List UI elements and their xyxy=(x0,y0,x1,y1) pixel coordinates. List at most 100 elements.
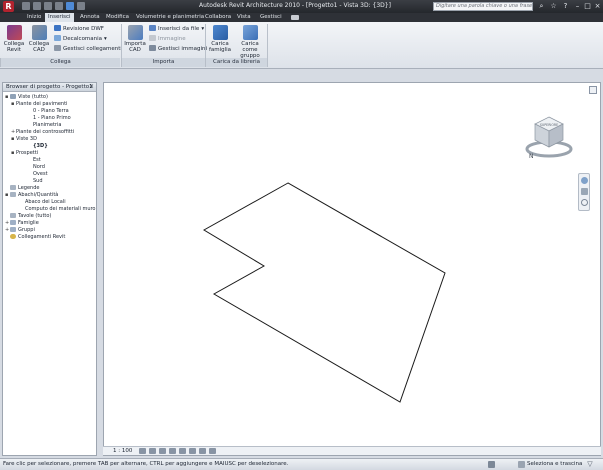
project-browser-header: Browser di progetto - Progetto1 × xyxy=(3,83,96,92)
views-icon xyxy=(10,94,16,99)
tree-node-label: Gruppi xyxy=(18,227,35,233)
selection-filter-icon[interactable] xyxy=(518,461,525,468)
tree-node-collegamenti-revit[interactable]: Collegamenti Revit xyxy=(5,234,65,241)
search-input[interactable]: Digitare una parola chiave o una frase xyxy=(433,2,533,11)
tree-node-label: Famiglie xyxy=(18,220,39,226)
panel-title-collega: Collega xyxy=(0,58,120,67)
open-icon[interactable] xyxy=(22,2,30,10)
tree-node-viste-3d[interactable]: ▪ Viste 3D xyxy=(11,136,37,143)
save-icon[interactable] xyxy=(33,2,41,10)
tree-node-planimetria[interactable]: Planimetria xyxy=(33,122,61,129)
tab-gestisci[interactable]: Gestisci xyxy=(257,13,285,22)
press-drag-option[interactable]: Seleziona e trascina xyxy=(527,461,582,467)
tree-node-est[interactable]: Est xyxy=(33,157,41,164)
inserisci-da-file-label: Inserisci da file xyxy=(158,26,200,32)
tree-node-piante-pavimenti[interactable]: ▪ Piante dei pavimenti xyxy=(11,101,67,108)
tree-node-label: Viste 3D xyxy=(16,136,37,142)
carica-famiglia-label: Carica famiglia xyxy=(208,41,232,53)
close-icon[interactable]: × xyxy=(593,2,602,11)
tree-node-viste[interactable]: ▪ Viste (tutto) xyxy=(5,94,48,101)
tree-node-3d-active[interactable]: {3D} xyxy=(33,143,48,150)
tree-node-ovest[interactable]: Ovest xyxy=(33,171,48,178)
revit-logo-icon[interactable]: R xyxy=(3,1,14,12)
inserisci-da-file-button[interactable]: Inserisci da file ▾ xyxy=(149,25,204,33)
tab-inizio[interactable]: Inizio xyxy=(24,13,44,22)
status-message: Fare clic per selezionare, premere TAB p… xyxy=(3,461,289,467)
help-icon[interactable]: ? xyxy=(561,2,570,11)
tree-node-nord[interactable]: Nord xyxy=(33,164,45,171)
viewcube-face-label: SUPERIORE xyxy=(540,123,558,127)
tab-collabora[interactable]: Collabora xyxy=(202,13,234,22)
undo-icon[interactable] xyxy=(44,2,52,10)
tab-modifica[interactable]: Modifica xyxy=(103,13,132,22)
search-icon[interactable]: ⌕ xyxy=(537,2,546,11)
tab-volumetrie[interactable]: Volumetrie e planimetria xyxy=(133,13,207,22)
gestisci-collegamenti-button[interactable]: Gestisci collegamenti xyxy=(54,45,122,53)
ribbon-toggle-icon[interactable] xyxy=(288,13,302,22)
tree-node-abaco-locali[interactable]: Abaco dei Locali xyxy=(25,199,66,206)
minimize-icon[interactable]: – xyxy=(573,2,582,11)
load-family-icon xyxy=(212,25,228,40)
filter-icon[interactable]: ▽ xyxy=(586,460,594,468)
tree-node-legende[interactable]: Legende xyxy=(5,185,39,192)
importa-cad-button[interactable]: Importa CAD xyxy=(124,25,146,53)
tab-vista[interactable]: Vista xyxy=(234,13,254,22)
tree-node-piano-terra[interactable]: 0 - Piano Terra xyxy=(33,108,69,115)
navigation-bar xyxy=(578,173,590,211)
redo-icon[interactable] xyxy=(55,2,63,10)
manage-links-icon xyxy=(54,45,61,51)
model-outline[interactable] xyxy=(203,182,446,403)
tree-node-sud[interactable]: Sud xyxy=(33,178,43,185)
tab-annota[interactable]: Annota xyxy=(77,13,103,22)
measure-icon[interactable] xyxy=(66,2,74,10)
tree-node-prospetti[interactable]: ▪ Prospetti xyxy=(11,150,38,157)
sheets-icon xyxy=(10,213,16,218)
sun-path-icon[interactable] xyxy=(159,448,166,454)
gestisci-immagini-label: Gestisci immagini xyxy=(158,46,208,52)
decalcomania-label: Decalcomania xyxy=(63,36,103,42)
infocenter-star-icon[interactable]: ☆ xyxy=(549,2,558,11)
viewcube-home-icon[interactable] xyxy=(589,86,597,94)
visual-style-icon[interactable] xyxy=(149,448,156,454)
revisione-dwf-button[interactable]: Revisione DWF xyxy=(54,25,104,33)
tree-node-famiglie[interactable]: + Famiglie xyxy=(5,220,39,227)
insert-file-icon xyxy=(149,25,156,31)
shadows-icon[interactable] xyxy=(169,448,176,454)
collega-cad-button[interactable]: Collega CAD xyxy=(27,25,51,53)
drawing-area-3d-view[interactable]: SUPERIORE N xyxy=(103,82,601,456)
manage-images-icon xyxy=(149,45,156,51)
gestisci-immagini-button[interactable]: Gestisci immagini xyxy=(149,45,207,53)
panel-title-importa: Importa xyxy=(121,58,205,67)
show-crop-icon[interactable] xyxy=(189,448,196,454)
gestisci-collegamenti-label: Gestisci collegamenti xyxy=(63,46,122,52)
detail-level-icon[interactable] xyxy=(139,448,146,454)
zoom-icon[interactable] xyxy=(581,199,588,206)
revit-links-icon xyxy=(10,234,16,239)
close-icon[interactable]: × xyxy=(88,83,95,91)
view-scale[interactable]: 1 : 100 xyxy=(113,448,132,454)
tree-node-computo-materiali[interactable]: Computo dei materiali muro xyxy=(25,206,96,213)
collega-revit-button[interactable]: Collega Revit xyxy=(2,25,26,53)
carica-famiglia-button[interactable]: Carica famiglia xyxy=(208,25,232,53)
tree-node-tavole[interactable]: Tavole (tutto) xyxy=(5,213,51,220)
crop-view-icon[interactable] xyxy=(179,448,186,454)
carica-come-gruppo-button[interactable]: Carica come gruppo xyxy=(236,25,264,59)
lock-3d-view-icon[interactable] xyxy=(199,448,206,454)
tree-node-piante-controsoffitti[interactable]: +Piante dei controsoffitti xyxy=(11,129,74,136)
tree-node-piano-primo[interactable]: 1 - Piano Primo xyxy=(33,115,71,122)
window-title: Autodesk Revit Architecture 2010 - [Prog… xyxy=(199,2,391,9)
tree-node-label: Viste (tutto) xyxy=(18,94,48,100)
decalcomania-button[interactable]: Decalcomania ▾ xyxy=(54,35,107,43)
tree-node-gruppi[interactable]: + Gruppi xyxy=(5,227,35,234)
image-icon xyxy=(149,35,156,41)
worksets-icon[interactable] xyxy=(488,461,495,468)
hide-isolate-icon[interactable] xyxy=(209,448,216,454)
pan-icon[interactable] xyxy=(581,188,588,195)
immagine-button[interactable]: Immagine xyxy=(149,35,186,43)
maximize-icon[interactable]: □ xyxy=(583,2,592,11)
viewcube[interactable]: SUPERIORE N xyxy=(524,113,584,163)
quick-access-dropdown-icon[interactable] xyxy=(77,2,85,10)
tab-inserisci[interactable]: Inserisci xyxy=(45,13,74,22)
tree-node-abachi[interactable]: ▪ Abachi/Quantità xyxy=(5,192,58,199)
steering-wheel-icon[interactable] xyxy=(581,177,588,184)
